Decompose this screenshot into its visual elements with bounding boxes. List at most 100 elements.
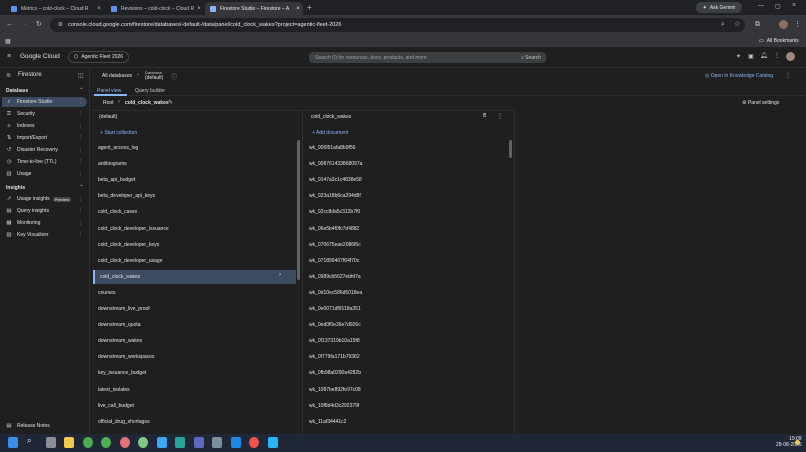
- collection-item[interactable]: cold_clock_cases: [93, 205, 296, 219]
- document-item[interactable]: wk_0e0071df9118a351: [309, 306, 361, 312]
- collection-item[interactable]: antibiograms: [93, 157, 296, 171]
- app-icon[interactable]: [157, 437, 167, 448]
- sidebar-item-disaster-recovery[interactable]: ↺ Disaster Recovery ⋮: [2, 145, 87, 155]
- gemini-icon[interactable]: ✦: [736, 53, 741, 60]
- collection-item[interactable]: latest_isolates: [93, 383, 296, 397]
- tab-query-builder[interactable]: Query builder: [135, 88, 165, 94]
- file-explorer-icon[interactable]: [64, 437, 74, 448]
- document-item[interactable]: wk_10f8d4d3c292379f: [309, 403, 359, 409]
- search-icon[interactable]: ⌕: [27, 436, 37, 447]
- close-window-icon[interactable]: ×: [792, 2, 796, 9]
- document-item[interactable]: wk_0fb98a0290a4282b: [309, 370, 361, 376]
- document-item[interactable]: wk_008761433868097a: [309, 161, 362, 167]
- document-item[interactable]: wk_070675eae2086f6c: [309, 242, 361, 248]
- more-options-icon[interactable]: ⋮: [785, 72, 791, 79]
- collection-item[interactable]: courses: [93, 286, 296, 300]
- vscode-icon[interactable]: [231, 437, 241, 448]
- chevron-up-icon[interactable]: ⌃: [79, 184, 84, 191]
- reload-icon[interactable]: ↻: [36, 21, 42, 28]
- back-icon[interactable]: ←: [6, 21, 13, 28]
- add-document-button[interactable]: + Add document: [312, 130, 348, 136]
- sidebar-item-key-visualizer[interactable]: ▧ Key Visualizer ⋮: [2, 230, 87, 240]
- collection-item[interactable]: › cold_clock_wakes: [93, 269, 296, 284]
- extensions-icon[interactable]: ⧉: [755, 21, 760, 28]
- cloud-shell-icon[interactable]: ▣: [748, 53, 754, 60]
- document-item[interactable]: wk_0989cb5627ebfd7a: [309, 274, 361, 280]
- apps-grid-icon[interactable]: ▦: [5, 38, 11, 45]
- document-item[interactable]: wk_0147a3c1c4838e58: [309, 177, 362, 183]
- sidebar-item-usage[interactable]: ▥ Usage ⋮: [2, 169, 87, 179]
- sidebar-item-usage-insights[interactable]: ↗ Usage insights Preview ⋮: [2, 194, 87, 204]
- close-icon[interactable]: ×: [194, 6, 204, 12]
- bookmark-star-icon[interactable]: ☆: [734, 21, 740, 28]
- app-icon[interactable]: [175, 437, 185, 448]
- chrome-icon[interactable]: [120, 437, 130, 448]
- maximize-icon[interactable]: ▢: [775, 3, 781, 10]
- app-icon[interactable]: [194, 437, 204, 448]
- document-item[interactable]: wk_0f779fa171b79382: [309, 354, 360, 360]
- database-picker[interactable]: Database (default): [145, 70, 163, 81]
- document-item[interactable]: wk_11af34441c2: [309, 419, 346, 425]
- open-knowledge-catalog-link[interactable]: ◎ Open in Knowledge Catalog: [705, 73, 773, 79]
- document-item[interactable]: wk_023a18b6ca294d8f: [309, 193, 361, 199]
- section-database[interactable]: Database: [6, 88, 28, 94]
- project-picker[interactable]: ⬡ Agentic Fleet 2026: [68, 51, 130, 63]
- document-item[interactable]: wk_1087be892fe97c08: [309, 387, 361, 393]
- collection-item[interactable]: key_issuance_budget: [93, 366, 296, 380]
- close-icon[interactable]: ×: [94, 6, 104, 12]
- sidebar-item-indexes[interactable]: ≡ Indexes ⋮: [2, 121, 87, 131]
- start-icon[interactable]: [8, 437, 18, 448]
- document-item[interactable]: wk_0d10ec586d5018ea: [309, 290, 362, 296]
- collection-item[interactable]: live_call_budget: [93, 399, 296, 413]
- collection-item[interactable]: beta_api_budget: [93, 173, 296, 187]
- collection-item[interactable]: cold_clock_developer_keys: [93, 238, 296, 252]
- sidebar-item-import-export[interactable]: ⇅ Import/Export ⋮: [2, 133, 87, 143]
- document-item[interactable]: wk_02cc8da5c312b7f0: [309, 209, 360, 215]
- collapse-sidebar-icon[interactable]: ◫: [78, 72, 84, 79]
- filter-icon[interactable]: ⩩: [483, 113, 486, 120]
- chevron-up-icon[interactable]: ⌃: [79, 87, 84, 94]
- info-icon[interactable]: ⓘ: [171, 72, 177, 81]
- sidebar-item-query-insights[interactable]: ▤ Query insights ⋮: [2, 206, 87, 216]
- collection-item[interactable]: downstream_wakes: [93, 334, 296, 348]
- address-bar[interactable]: ⚙ console.cloud.google.com/firestore/dat…: [50, 18, 745, 32]
- notification-icon[interactable]: [795, 440, 800, 445]
- all-bookmarks-button[interactable]: ▭ All Bookmarks: [759, 38, 799, 44]
- settings-menu-icon[interactable]: ⋮: [774, 52, 780, 59]
- document-item[interactable]: wk_0ed0f0e36e7d926c: [309, 322, 361, 328]
- tab-metrics[interactable]: Metrics – cold-clock – Cloud R ×: [6, 2, 104, 15]
- notifications-icon[interactable]: 🔔︎: [760, 52, 768, 59]
- scrollbar-thumb[interactable]: [509, 140, 512, 158]
- chrome-icon[interactable]: [83, 437, 93, 448]
- tab-firestore-studio[interactable]: Firestore Studio – Firestore – A ×: [205, 2, 303, 15]
- task-view-icon[interactable]: [46, 437, 56, 448]
- breadcrumb-collection[interactable]: cold_clock_wakes: [125, 100, 169, 106]
- sidebar-item-ttl[interactable]: ◷ Time-to-live (TTL) ⋮: [2, 157, 87, 167]
- hamburger-menu-icon[interactable]: ≡: [7, 53, 11, 60]
- collection-item[interactable]: cold_clock_developer_issuance: [93, 222, 296, 236]
- sidebar-item-firestore-studio[interactable]: ⌕ Firestore Studio ⋮: [2, 97, 87, 107]
- profile-avatar[interactable]: [779, 20, 788, 29]
- new-tab-button[interactable]: +: [307, 3, 312, 12]
- search-button[interactable]: ⌕ Search: [521, 55, 541, 61]
- sidebar-item-monitoring[interactable]: ▦ Monitoring ⋮: [2, 218, 87, 228]
- section-insights[interactable]: Insights: [6, 185, 25, 191]
- account-avatar[interactable]: [786, 52, 795, 61]
- document-item[interactable]: wk_0f137319b10a15f8: [309, 338, 360, 344]
- all-databases-link[interactable]: All databases: [102, 73, 132, 79]
- chrome-icon[interactable]: [138, 437, 148, 448]
- start-collection-button[interactable]: + Start collection: [100, 130, 137, 136]
- forward-icon[interactable]: →: [21, 21, 28, 28]
- terminal-icon[interactable]: [212, 437, 222, 448]
- search-input[interactable]: Search (/) for resources, docs, products…: [309, 52, 546, 63]
- zoom-icon[interactable]: ⌕: [721, 21, 725, 28]
- sidebar-item-security[interactable]: ⚿ Security ⋮: [2, 109, 87, 119]
- google-cloud-logo[interactable]: Google Cloud: [20, 53, 60, 60]
- document-item[interactable]: wk_06e5b4f0fc7d4882: [309, 226, 359, 232]
- breadcrumb-root[interactable]: Root: [103, 100, 114, 106]
- collection-item[interactable]: official_drug_shortages: [93, 415, 296, 429]
- edit-path-icon[interactable]: ✎: [168, 99, 173, 106]
- close-icon[interactable]: ×: [293, 6, 303, 12]
- document-item[interactable]: wk_006f51afa8b9f56: [309, 145, 355, 151]
- chrome-icon[interactable]: [101, 437, 111, 448]
